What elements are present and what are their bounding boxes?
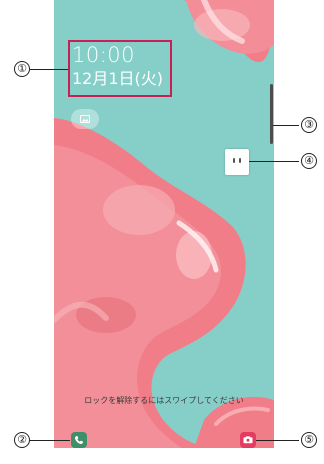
callout-1: ① (14, 61, 30, 77)
camera-shortcut-button[interactable] (240, 432, 256, 448)
image-icon (80, 115, 90, 123)
callout-line-1 (30, 69, 68, 70)
callout-2: ② (14, 432, 30, 448)
callout-4: ④ (301, 153, 317, 169)
callout-line-5 (256, 440, 299, 441)
edge-panel-handle[interactable] (225, 149, 249, 175)
callout-5: ⑤ (301, 432, 317, 448)
unlock-hint: ロックを解除するにはスワイプしてください (84, 396, 244, 405)
wallpaper-button[interactable] (71, 109, 99, 129)
phone-shortcut-button[interactable] (71, 432, 87, 448)
callout-line-2 (30, 440, 70, 441)
callout-3: ③ (301, 117, 317, 133)
phone-icon (74, 435, 84, 445)
camera-icon (243, 436, 253, 444)
callout-line-4 (249, 161, 299, 162)
callout-line-3 (273, 125, 299, 126)
clock-date: 12月1日(火) (72, 69, 164, 88)
side-edge-bar[interactable] (270, 84, 273, 144)
clock-time: 10:00 (72, 43, 136, 67)
